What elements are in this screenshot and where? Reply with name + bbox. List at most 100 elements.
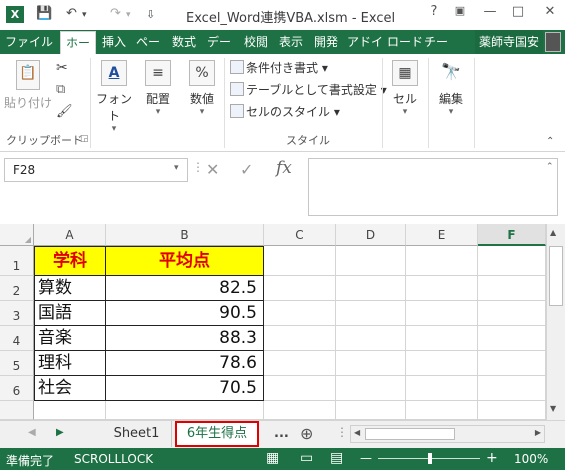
tab-file[interactable]: ファイル: [0, 30, 58, 54]
sheet-tab-grade6[interactable]: 6年生得点: [175, 421, 259, 447]
cell-d[interactable]: [336, 326, 406, 351]
vertical-scrollbar[interactable]: ▲ ▼: [546, 224, 565, 420]
redo-icon[interactable]: ↷: [110, 6, 121, 21]
score-cell[interactable]: 70.5: [106, 376, 264, 401]
font-button[interactable]: A フォント ▾: [94, 60, 134, 134]
ribbon-display-options-icon[interactable]: ▣: [448, 4, 472, 17]
row-header-7[interactable]: [0, 401, 34, 420]
copy-icon[interactable]: ⧉: [56, 82, 65, 97]
customize-qat-icon[interactable]: ⇩: [146, 8, 155, 21]
new-sheet-icon[interactable]: ⊕: [300, 424, 313, 443]
tab-team[interactable]: チー: [422, 30, 450, 54]
column-header-a[interactable]: A: [34, 224, 106, 246]
redo-dropdown-icon[interactable]: ▾: [126, 10, 131, 20]
tab-home[interactable]: ホー: [60, 31, 96, 55]
tab-view[interactable]: 表示: [275, 30, 307, 54]
cell-e[interactable]: [406, 326, 478, 351]
avatar[interactable]: [545, 32, 561, 52]
cell-styles-button[interactable]: セルのスタイル ▾: [230, 102, 340, 122]
horizontal-scrollbar[interactable]: ◀ ▶: [350, 425, 545, 443]
cell-d[interactable]: [336, 301, 406, 326]
cell-c[interactable]: [264, 276, 336, 301]
cell-c7[interactable]: [264, 401, 336, 420]
cell-a7[interactable]: [34, 401, 106, 420]
zoom-out-button[interactable]: —: [360, 451, 372, 465]
tab-load[interactable]: ロード: [385, 30, 425, 54]
scroll-down-icon[interactable]: ▼: [550, 404, 556, 413]
scroll-left-icon[interactable]: ◀: [354, 428, 360, 437]
normal-view-icon[interactable]: ▦: [266, 450, 279, 466]
editing-button[interactable]: 🔭 編集 ▾: [434, 60, 468, 117]
subject-cell[interactable]: 音楽: [34, 326, 106, 351]
cancel-icon[interactable]: ✕: [206, 160, 219, 179]
cell-e[interactable]: [406, 351, 478, 376]
tab-insert[interactable]: 挿入: [98, 30, 130, 54]
cell-c[interactable]: [264, 326, 336, 351]
scroll-right-icon[interactable]: ▶: [535, 428, 541, 437]
tab-review[interactable]: 校閲: [240, 30, 272, 54]
horizontal-scroll-thumb[interactable]: [365, 428, 455, 440]
more-sheets-icon[interactable]: ...: [274, 426, 289, 441]
cell-b1[interactable]: 平均点: [106, 246, 264, 276]
cell-d[interactable]: [336, 376, 406, 401]
column-header-b[interactable]: B: [106, 224, 264, 246]
page-layout-view-icon[interactable]: ▭: [300, 450, 313, 466]
cell-f7[interactable]: [478, 401, 546, 420]
cell-e[interactable]: [406, 376, 478, 401]
column-header-f[interactable]: F: [478, 224, 546, 246]
expand-formula-bar-icon[interactable]: ⌃: [546, 162, 554, 172]
undo-icon[interactable]: ↶: [66, 6, 77, 21]
zoom-in-button[interactable]: +: [486, 450, 498, 466]
tab-page-layout[interactable]: ペー: [132, 30, 164, 54]
alignment-button[interactable]: ≡ 配置 ▾: [138, 60, 178, 117]
row-header-4[interactable]: 4: [0, 326, 34, 351]
sheet-tab-sheet1[interactable]: Sheet1: [102, 421, 172, 447]
prev-sheet-icon[interactable]: ◀: [28, 427, 36, 438]
tab-formulas[interactable]: 数式: [168, 30, 200, 54]
score-cell[interactable]: 90.5: [106, 301, 264, 326]
formula-input[interactable]: [308, 158, 558, 216]
score-cell[interactable]: 88.3: [106, 326, 264, 351]
cell-f[interactable]: [478, 276, 546, 301]
conditional-formatting-button[interactable]: 条件付き書式 ▾: [230, 58, 328, 78]
close-button[interactable]: ✕: [536, 4, 564, 19]
next-sheet-icon[interactable]: ▶: [56, 427, 64, 438]
cell-d1[interactable]: [336, 246, 406, 276]
cell-f[interactable]: [478, 326, 546, 351]
cell-b7[interactable]: [106, 401, 264, 420]
row-header-1[interactable]: 1: [0, 246, 34, 276]
tab-developer[interactable]: 開発: [310, 30, 342, 54]
paste-button[interactable]: 📋 貼り付け: [4, 60, 52, 111]
help-button[interactable]: ?: [422, 4, 446, 19]
maximize-button[interactable]: □: [506, 4, 530, 19]
row-header-6[interactable]: 6: [0, 376, 34, 401]
cell-f[interactable]: [478, 351, 546, 376]
cell-e1[interactable]: [406, 246, 478, 276]
scroll-up-icon[interactable]: ▲: [550, 228, 556, 237]
cell-d[interactable]: [336, 351, 406, 376]
subject-cell[interactable]: 算数: [34, 276, 106, 301]
cell-a1[interactable]: 学科: [34, 246, 106, 276]
column-header-e[interactable]: E: [406, 224, 478, 246]
user-name[interactable]: 薬師寺国安: [474, 30, 543, 54]
cell-f[interactable]: [478, 301, 546, 326]
row-header-3[interactable]: 3: [0, 301, 34, 326]
subject-cell[interactable]: 社会: [34, 376, 106, 401]
cell-d7[interactable]: [336, 401, 406, 420]
vertical-scroll-thumb[interactable]: [549, 246, 563, 306]
score-cell[interactable]: 78.6: [106, 351, 264, 376]
cell-f[interactable]: [478, 376, 546, 401]
page-break-view-icon[interactable]: ▤: [330, 450, 343, 466]
insert-function-icon[interactable]: fx: [276, 158, 292, 178]
enter-icon[interactable]: ✓: [240, 160, 253, 179]
subject-cell[interactable]: 理科: [34, 351, 106, 376]
save-icon[interactable]: 💾: [36, 6, 52, 21]
collapse-ribbon-icon[interactable]: ⌃: [546, 136, 554, 147]
cell-e[interactable]: [406, 276, 478, 301]
select-all-corner[interactable]: ◢: [0, 224, 34, 246]
cells-button[interactable]: ▦ セル ▾: [388, 60, 422, 117]
number-button[interactable]: % 数値 ▾: [182, 60, 222, 117]
subject-cell[interactable]: 国語: [34, 301, 106, 326]
tab-addins[interactable]: アドイ: [345, 30, 385, 54]
score-cell[interactable]: 82.5: [106, 276, 264, 301]
